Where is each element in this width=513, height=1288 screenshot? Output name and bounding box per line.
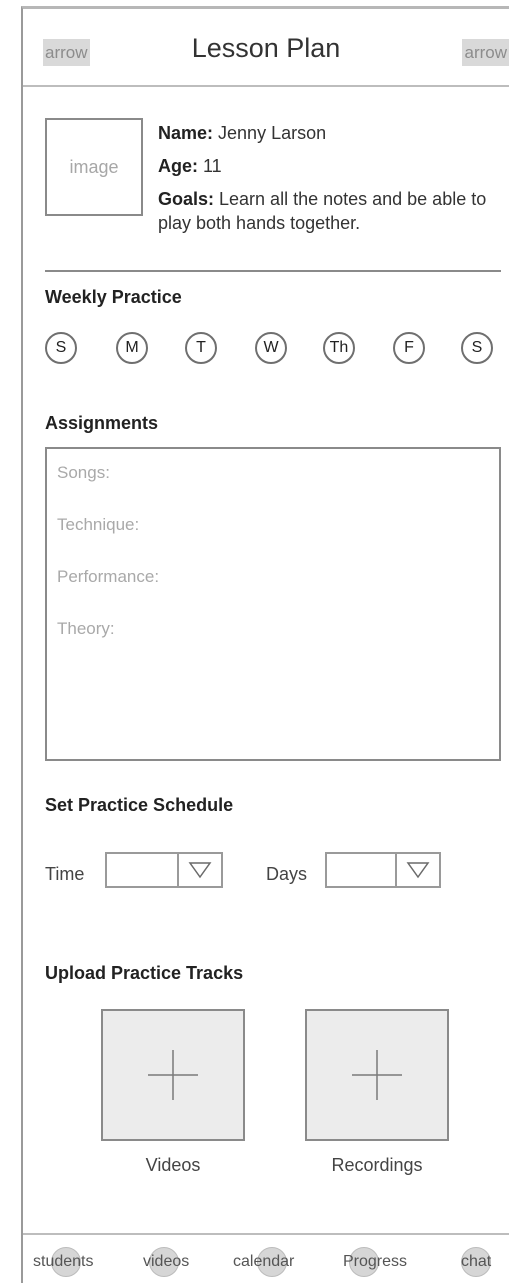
nav-item-progress[interactable]: Progress — [343, 1247, 423, 1277]
assignment-field-performance: Performance: — [57, 567, 160, 586]
assignment-field-theory: Theory: — [57, 619, 115, 638]
upload-recordings-button[interactable] — [305, 1009, 449, 1141]
student-photo-placeholder: image — [45, 118, 143, 216]
bottom-nav-bar: students videos calendar Progress chat — [23, 1233, 509, 1288]
day-toggle-saturday[interactable]: S — [461, 332, 493, 364]
days-label: Days — [266, 864, 308, 884]
student-goals-row: Goals: Learn all the notes and be able t… — [158, 187, 503, 235]
time-label: Time — [45, 864, 85, 884]
nav-label-chat: chat — [461, 1253, 492, 1270]
dropdown-triangle-icon — [177, 854, 221, 886]
app-frame: arrow Lesson Plan arrow image Name: Jenn… — [21, 6, 509, 1283]
image-placeholder-label: image — [69, 156, 119, 177]
days-dropdown[interactable] — [325, 852, 441, 888]
name-label: Name: — [158, 123, 214, 143]
weekly-practice-title: Weekly Practice — [45, 287, 182, 307]
age-value: 11 — [198, 156, 222, 176]
day-toggle-tuesday[interactable]: T — [185, 332, 217, 364]
header-bar: arrow Lesson Plan arrow — [23, 9, 509, 87]
time-dropdown[interactable] — [105, 852, 223, 888]
plus-icon — [148, 1050, 198, 1100]
nav-item-chat[interactable]: chat — [459, 1247, 503, 1277]
day-toggle-monday[interactable]: M — [116, 332, 148, 364]
dropdown-triangle-icon — [395, 854, 439, 886]
nav-label-calendar: calendar — [233, 1253, 295, 1270]
nav-item-calendar[interactable]: calendar — [233, 1247, 313, 1277]
page-title: Lesson Plan — [191, 33, 341, 63]
weekly-practice-days: S M T W Th F S — [45, 332, 503, 366]
assignment-field-technique: Technique: — [57, 515, 140, 534]
nav-label-progress: Progress — [343, 1253, 408, 1270]
day-toggle-wednesday[interactable]: W — [255, 332, 287, 364]
upload-videos-button[interactable] — [101, 1009, 245, 1141]
day-toggle-sunday[interactable]: S — [45, 332, 77, 364]
name-value: Jenny Larson — [213, 123, 327, 143]
assignments-title: Assignments — [45, 413, 159, 433]
nav-label-students: students — [33, 1253, 94, 1270]
student-name-row: Name: Jenny Larson — [158, 121, 503, 145]
forward-arrow-button[interactable]: arrow — [462, 39, 509, 66]
videos-label: Videos — [145, 1155, 201, 1175]
assignment-field-songs: Songs: — [57, 463, 110, 482]
student-info: Name: Jenny Larson Age: 11 Goals: Learn … — [158, 121, 503, 244]
goals-label: Goals: — [158, 189, 215, 209]
recordings-label: Recordings — [331, 1155, 423, 1175]
day-toggle-thursday[interactable]: Th — [323, 332, 355, 364]
assignments-textarea[interactable]: Songs: Technique: Performance: Theory: — [45, 447, 501, 761]
nav-item-videos[interactable]: videos — [143, 1247, 203, 1277]
profile-divider — [45, 270, 501, 272]
upload-title: Upload Practice Tracks — [45, 963, 244, 983]
student-age-row: Age: 11 — [158, 154, 503, 178]
nav-item-students[interactable]: students — [33, 1247, 103, 1277]
schedule-title: Set Practice Schedule — [45, 795, 234, 815]
nav-label-videos: videos — [143, 1253, 190, 1270]
plus-icon — [352, 1050, 402, 1100]
age-label: Age: — [158, 156, 198, 176]
day-toggle-friday[interactable]: F — [393, 332, 425, 364]
